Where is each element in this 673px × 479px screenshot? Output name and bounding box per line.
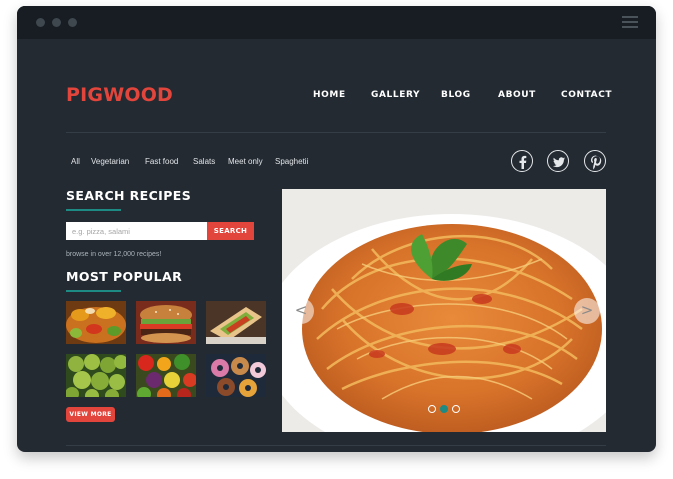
twitter-icon[interactable]: [547, 150, 569, 172]
vegetables-photo[interactable]: [136, 354, 196, 397]
window-title-bar: [17, 6, 656, 39]
filter-spaghetii[interactable]: Spaghetii: [275, 157, 308, 166]
footer-divider: [66, 445, 606, 446]
heading-underline: [66, 290, 121, 292]
site-logo[interactable]: PIGWOOD: [66, 84, 173, 106]
slider-dot-active[interactable]: [440, 405, 448, 413]
wrap-photo[interactable]: [206, 301, 266, 344]
nav-blog[interactable]: BLOG: [441, 90, 471, 100]
filter-all[interactable]: All: [71, 157, 80, 166]
filter-meet-only[interactable]: Meet only: [228, 157, 263, 166]
donuts-photo[interactable]: [206, 354, 266, 397]
window-dot[interactable]: [68, 18, 77, 27]
heading-underline: [66, 209, 121, 211]
search-recipes-heading: SEARCH RECIPES: [66, 188, 192, 203]
search-button[interactable]: SEARCH: [207, 222, 254, 240]
filter-fast-food[interactable]: Fast food: [145, 157, 178, 166]
window-dot[interactable]: [52, 18, 61, 27]
window-dot[interactable]: [36, 18, 45, 27]
browser-window: PIGWOOD HOME GALLERY BLOG ABOUT CONTACT …: [17, 6, 656, 452]
salad-photo[interactable]: [66, 301, 126, 344]
search-hint: browse in over 12,000 recipes!: [66, 251, 162, 258]
olives-photo[interactable]: [66, 354, 126, 397]
most-popular-heading: MOST POPULAR: [66, 269, 183, 284]
pinterest-icon[interactable]: [584, 150, 606, 172]
spaghetti-photo: [282, 189, 606, 432]
burger-photo[interactable]: [136, 301, 196, 344]
slider-dot[interactable]: [428, 405, 436, 413]
view-more-button[interactable]: VIEW MORE: [66, 407, 115, 422]
header-divider: [66, 132, 606, 133]
nav-home[interactable]: HOME: [313, 90, 346, 100]
slider-dot[interactable]: [452, 405, 460, 413]
filter-vegetarian[interactable]: Vegetarian: [91, 157, 129, 166]
search-input[interactable]: [66, 222, 207, 240]
recipe-slider: < >: [282, 189, 606, 432]
filter-salats[interactable]: Salats: [193, 157, 215, 166]
slider-prev-button[interactable]: <: [288, 298, 314, 324]
nav-gallery[interactable]: GALLERY: [371, 90, 420, 100]
slider-next-button[interactable]: >: [574, 298, 600, 324]
nav-contact[interactable]: CONTACT: [561, 90, 612, 100]
facebook-icon[interactable]: [511, 150, 533, 172]
nav-about[interactable]: ABOUT: [498, 90, 536, 100]
hamburger-menu-icon[interactable]: [622, 16, 638, 28]
